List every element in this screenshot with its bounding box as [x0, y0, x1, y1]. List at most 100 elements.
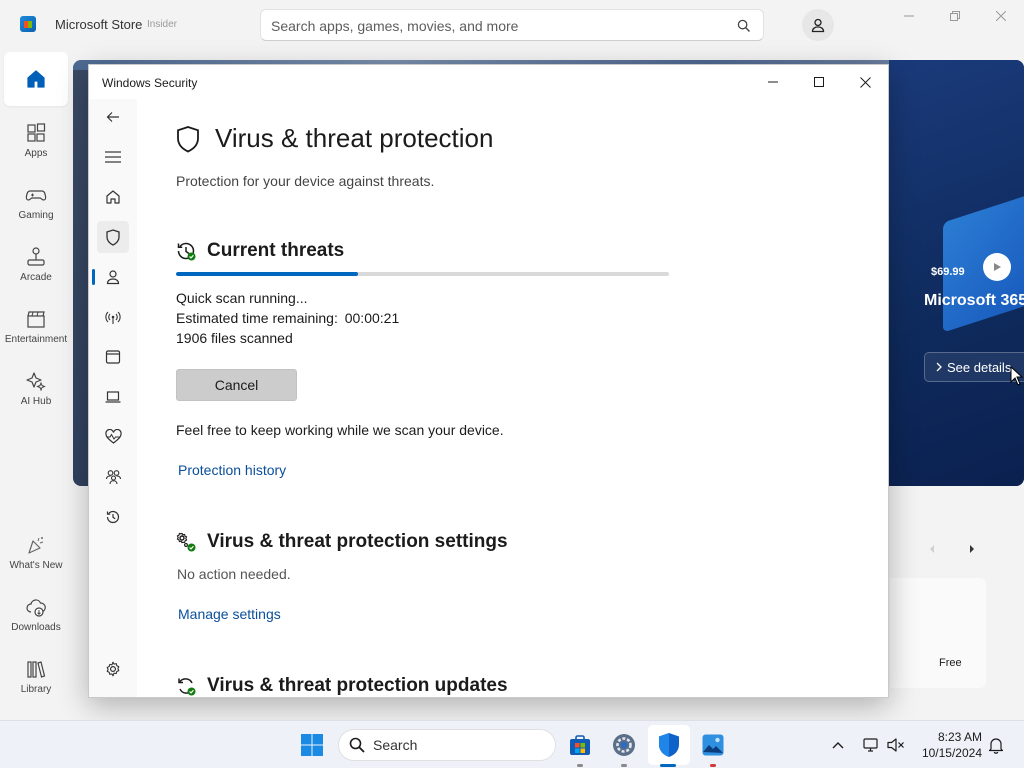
current-threats-header: Current threats: [175, 240, 344, 262]
sidebar-item-library[interactable]: Library: [4, 650, 68, 708]
minimize-icon: [768, 81, 778, 83]
apps-icon: [27, 123, 46, 142]
app-card[interactable]: [890, 578, 986, 688]
store-search-box[interactable]: [260, 9, 764, 41]
shield-icon: [659, 733, 679, 757]
wireless-icon: [105, 311, 121, 324]
settings-running-indicator: [621, 764, 627, 767]
person-icon: [106, 270, 120, 285]
bell-icon: [988, 737, 1004, 754]
sidebar-item-arcade[interactable]: Arcade: [4, 238, 68, 296]
manage-settings-link[interactable]: Manage settings: [178, 606, 281, 622]
current-threats-title: Current threats: [207, 240, 345, 261]
network-icon: [863, 738, 878, 752]
time-remaining: Estimated time remaining: 00:00:21: [176, 310, 399, 326]
rail-item-protection-history[interactable]: [97, 501, 129, 533]
chevron-right-icon: [936, 362, 942, 372]
search-icon: [349, 737, 365, 753]
sidebar-item-downloads[interactable]: Downloads: [4, 588, 68, 646]
sidebar-item-gaming[interactable]: Gaming: [4, 176, 68, 234]
history-icon: [106, 510, 120, 524]
play-icon: [994, 263, 1001, 271]
hamburger-icon: [105, 151, 121, 163]
store-close-button[interactable]: [978, 0, 1024, 32]
family-icon: [105, 470, 121, 485]
close-icon: [859, 76, 871, 88]
rail-item-device-security[interactable]: [97, 381, 129, 413]
time-remaining-label: Estimated time remaining:: [176, 310, 338, 326]
rail-item-home[interactable]: [97, 181, 129, 213]
taskbar: Search 8:23 AM 10/15/2024: [0, 720, 1024, 768]
settings-gears-icon: [176, 532, 196, 552]
store-minimize-button[interactable]: [886, 0, 932, 32]
clock[interactable]: 8:23 AM 10/15/2024: [916, 729, 982, 761]
scan-status: Quick scan running...: [176, 290, 308, 306]
store-search-input[interactable]: [271, 16, 731, 36]
rail-item-family-options[interactable]: [97, 461, 129, 493]
rail-item-network[interactable]: [97, 301, 129, 333]
security-minimize-button[interactable]: [750, 65, 796, 99]
search-icon[interactable]: [737, 19, 751, 33]
taskbar-photos-app[interactable]: [697, 729, 729, 761]
security-maximize-button[interactable]: [796, 65, 842, 99]
sidebar-item-apps[interactable]: Apps: [4, 114, 68, 172]
scan-progress-bar: [176, 272, 669, 276]
store-app-name: Microsoft Store: [55, 17, 143, 32]
settings-section-title: Virus & threat protection settings: [207, 531, 508, 552]
rail-item-device-health[interactable]: [97, 421, 129, 453]
sidebar-item-entertainment[interactable]: Entertainment: [4, 300, 68, 358]
clock-time: 8:23 AM: [937, 730, 982, 744]
cancel-scan-button[interactable]: Cancel: [176, 369, 297, 401]
page-subtitle: Protection for your device against threa…: [176, 173, 435, 189]
gamepad-icon: [25, 190, 47, 201]
sidebar-item-label: Gaming: [18, 210, 54, 221]
party-popper-icon: [28, 537, 44, 554]
app-card-price: Free: [939, 657, 962, 669]
sidebar-item-ai-hub[interactable]: AI Hub: [4, 362, 68, 420]
store-restore-button[interactable]: [932, 0, 978, 32]
sidebar-item-whats-new[interactable]: What's New: [4, 526, 68, 584]
hero-play-button[interactable]: [983, 253, 1011, 281]
start-button[interactable]: [296, 729, 328, 761]
menu-button[interactable]: [97, 141, 129, 173]
security-nav-rail: [89, 99, 137, 697]
taskbar-store-app[interactable]: [564, 729, 596, 761]
speaker-muted-icon: [887, 738, 904, 752]
taskbar-search-label: Search: [373, 737, 418, 753]
browser-window-icon: [105, 350, 121, 364]
taskbar-windows-security-app[interactable]: [653, 729, 685, 761]
security-titlebar[interactable]: Windows Security: [89, 65, 888, 99]
taskbar-settings-app[interactable]: [608, 729, 640, 761]
back-arrow-icon: [106, 112, 119, 122]
see-details-button[interactable]: See details: [924, 352, 1024, 382]
gear-icon: [106, 661, 120, 677]
person-icon: [811, 18, 825, 33]
security-close-button[interactable]: [842, 65, 888, 99]
scan-history-icon: [177, 242, 196, 261]
account-avatar-button[interactable]: [802, 9, 834, 41]
rail-selection-indicator: [92, 269, 95, 285]
rail-item-app-browser[interactable]: [97, 341, 129, 373]
gear-icon: [613, 734, 635, 756]
sidebar-item-label: Apps: [24, 148, 48, 159]
sidebar-item-home[interactable]: [4, 52, 68, 106]
sidebar-item-label: What's New: [9, 560, 63, 571]
show-hidden-icons-button[interactable]: [822, 729, 854, 761]
minimize-icon: [904, 15, 914, 17]
protection-history-link[interactable]: Protection history: [178, 462, 286, 478]
carousel-prev-icon[interactable]: [926, 542, 938, 556]
library-icon: [27, 661, 46, 678]
taskbar-search[interactable]: Search: [338, 729, 556, 761]
chevron-up-icon: [832, 742, 844, 749]
sidebar-item-label: Entertainment: [4, 334, 68, 345]
carousel-next-icon[interactable]: [966, 542, 978, 556]
volume-button[interactable]: [880, 729, 912, 761]
photos-running-indicator: [710, 764, 716, 767]
back-button[interactable]: [97, 101, 129, 133]
updates-section-header: Virus & threat protection updates: [175, 675, 508, 697]
notifications-button[interactable]: [980, 729, 1012, 761]
rail-item-virus-protection[interactable]: [97, 221, 129, 253]
home-icon: [106, 190, 120, 204]
rail-item-account-protection[interactable]: [97, 261, 129, 293]
settings-button[interactable]: [97, 653, 129, 685]
